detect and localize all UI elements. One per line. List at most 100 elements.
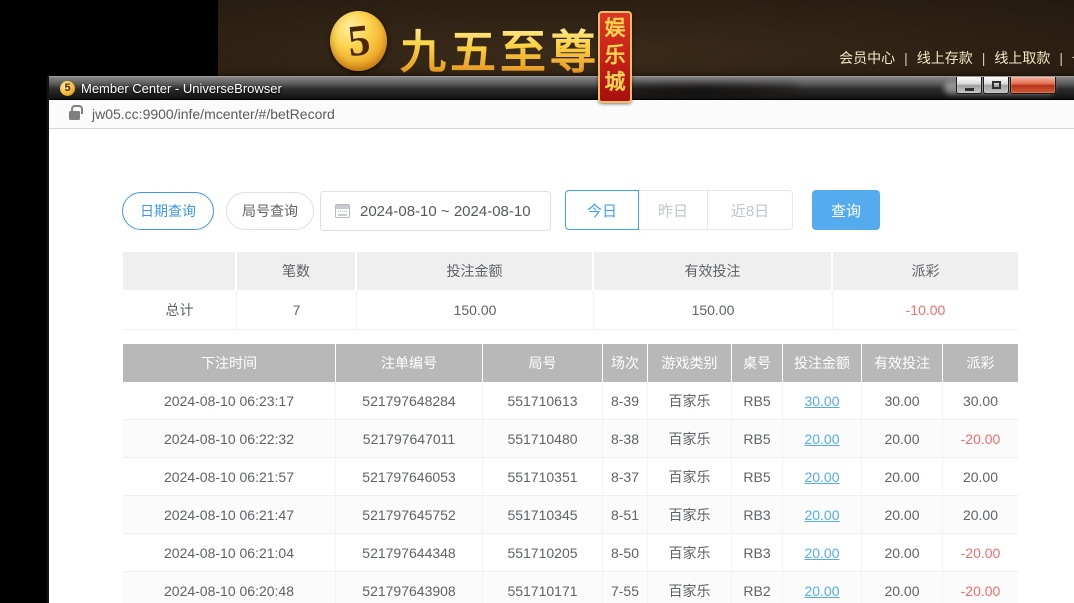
summary-header-cell [123,252,237,290]
window-titlebar[interactable]: 5 Member Center - UniverseBrowser [49,76,1074,100]
bet-cell: 20.00 [862,420,943,457]
summary-header-cell: 派彩 [833,252,1018,290]
bet-header-cell: 游戏类别 [648,344,732,382]
top-nav: 会员中心|线上存款|线上取款|一 [839,48,1074,68]
summary-total-cell: 总计 [123,290,237,329]
summary-header-cell: 有效投注 [594,252,833,290]
bet-cell: 2024-08-10 06:23:17 [123,382,336,419]
bet-cell: 521797646053 [336,458,483,495]
close-button[interactable] [1010,77,1056,94]
quick-last8days-button[interactable]: 近8日 [707,190,793,230]
bet-cell: 20.00 [862,496,943,533]
bet-cell: 7-55 [603,572,648,603]
quick-yesterday-button[interactable]: 昨日 [638,190,708,230]
summary-total-cell: 150.00 [357,290,594,329]
bet-cell: RB3 [732,496,783,533]
bet-cell: 20.00 [862,572,943,603]
bet-amount-link[interactable]: 20.00 [783,420,862,457]
screenshot-canvas: 5 九五至尊 会员中心|线上存款|线上取款|一 娱 乐 城 5 Member C… [0,0,1074,603]
maximize-button[interactable] [983,77,1009,94]
bet-cell: 2024-08-10 06:21:47 [123,496,336,533]
bet-cell: 30.00 [943,382,1018,419]
bet-rows: 2024-08-10 06:23:17521797648284551710613… [123,382,1018,603]
bet-header-cell: 局号 [483,344,603,382]
bet-cell: 20.00 [943,496,1018,533]
bet-cell: -20.00 [943,420,1018,457]
summary-total-row: 总计7150.00150.00-10.00 [123,290,1018,330]
search-button[interactable]: 查询 [812,190,880,230]
nav-withdraw[interactable]: 线上取款 [994,50,1050,66]
table-row: 2024-08-10 06:22:32521797647011551710480… [123,420,1018,458]
bet-header-cell: 下注时间 [123,344,336,382]
summary-total-cell: -10.00 [833,290,1018,329]
bet-cell: 521797647011 [336,420,483,457]
page-content: 日期查询 局号查询 2024-08-10 ~ 2024-08-10 今日 昨日 … [49,129,1074,603]
minimize-button[interactable] [956,77,982,94]
nav-member-center[interactable]: 会员中心 [839,50,895,66]
table-row: 2024-08-10 06:21:04521797644348551710205… [123,534,1018,572]
bet-cell: 8-51 [603,496,648,533]
bet-cell: 2024-08-10 06:20:48 [123,572,336,603]
nav-separator: | [1059,50,1063,66]
quick-today-button[interactable]: 今日 [565,190,639,230]
bet-header-row: 下注时间注单编号局号场次游戏类别桌号投注金额有效投注派彩 [123,344,1018,382]
minimize-icon [965,88,974,91]
bet-cell: 551710613 [483,382,603,419]
lock-icon [69,111,80,120]
bet-cell: 百家乐 [648,420,732,457]
bet-cell: RB5 [732,458,783,495]
bet-cell: 百家乐 [648,572,732,603]
date-range-input[interactable]: 2024-08-10 ~ 2024-08-10 [320,191,551,231]
bet-cell: 20.00 [862,458,943,495]
bet-cell: 30.00 [862,382,943,419]
bet-cell: 8-50 [603,534,648,571]
calendar-icon [335,204,350,218]
window-app-icon: 5 [60,81,75,96]
bet-cell: 521797645752 [336,496,483,533]
bet-cell: 521797643908 [336,572,483,603]
bet-cell: 2024-08-10 06:21:04 [123,534,336,571]
address-bar[interactable]: jw05.cc:9900/infe/mcenter/#/betRecord [49,100,1074,129]
nav-deposit[interactable]: 线上存款 [917,50,973,66]
date-query-tab[interactable]: 日期查询 [122,192,214,230]
table-row: 2024-08-10 06:23:17521797648284551710613… [123,382,1018,420]
bet-header-cell: 场次 [603,344,648,382]
bet-amount-link[interactable]: 20.00 [783,496,862,533]
date-range-value: 2024-08-10 ~ 2024-08-10 [360,203,531,220]
badge-char: 乐 [605,42,626,69]
summary-header-cell: 投注金额 [357,252,594,290]
summary-total-cell: 7 [237,290,357,329]
table-row: 2024-08-10 06:21:57521797646053551710351… [123,458,1018,496]
maximize-icon [992,81,1001,89]
bet-cell: 2024-08-10 06:22:32 [123,420,336,457]
bet-header-cell: 有效投注 [862,344,943,382]
bet-amount-link[interactable]: 20.00 [783,458,862,495]
bet-cell: -20.00 [943,572,1018,603]
bet-amount-link[interactable]: 20.00 [783,534,862,571]
bet-amount-link[interactable]: 20.00 [783,572,862,603]
nav-separator: | [904,50,908,66]
bet-cell: 8-39 [603,382,648,419]
bet-record-table: 下注时间注单编号局号场次游戏类别桌号投注金额有效投注派彩 2024-08-10 … [123,344,1018,603]
bet-cell: -20.00 [943,534,1018,571]
table-row: 2024-08-10 06:21:47521797645752551710345… [123,496,1018,534]
summary-table: 笔数投注金额有效投注派彩 总计7150.00150.00-10.00 [123,252,1018,330]
bet-header-cell: 投注金额 [783,344,862,382]
badge-char: 娱 [605,15,626,42]
summary-header-row: 笔数投注金额有效投注派彩 [123,252,1018,290]
bet-cell: RB5 [732,382,783,419]
badge-char: 城 [605,69,626,96]
bet-cell: 20.00 [862,534,943,571]
round-query-tab[interactable]: 局号查询 [226,192,314,230]
bet-cell: 百家乐 [648,534,732,571]
bet-cell: 8-37 [603,458,648,495]
bet-cell: 551710351 [483,458,603,495]
table-row: 2024-08-10 06:20:48521797643908551710171… [123,572,1018,603]
bet-cell: 8-38 [603,420,648,457]
bet-amount-link[interactable]: 30.00 [783,382,862,419]
bet-cell: RB5 [732,420,783,457]
bet-cell: 551710480 [483,420,603,457]
bet-cell: 2024-08-10 06:21:57 [123,458,336,495]
nav-separator: | [982,50,986,66]
bet-cell: RB3 [732,534,783,571]
